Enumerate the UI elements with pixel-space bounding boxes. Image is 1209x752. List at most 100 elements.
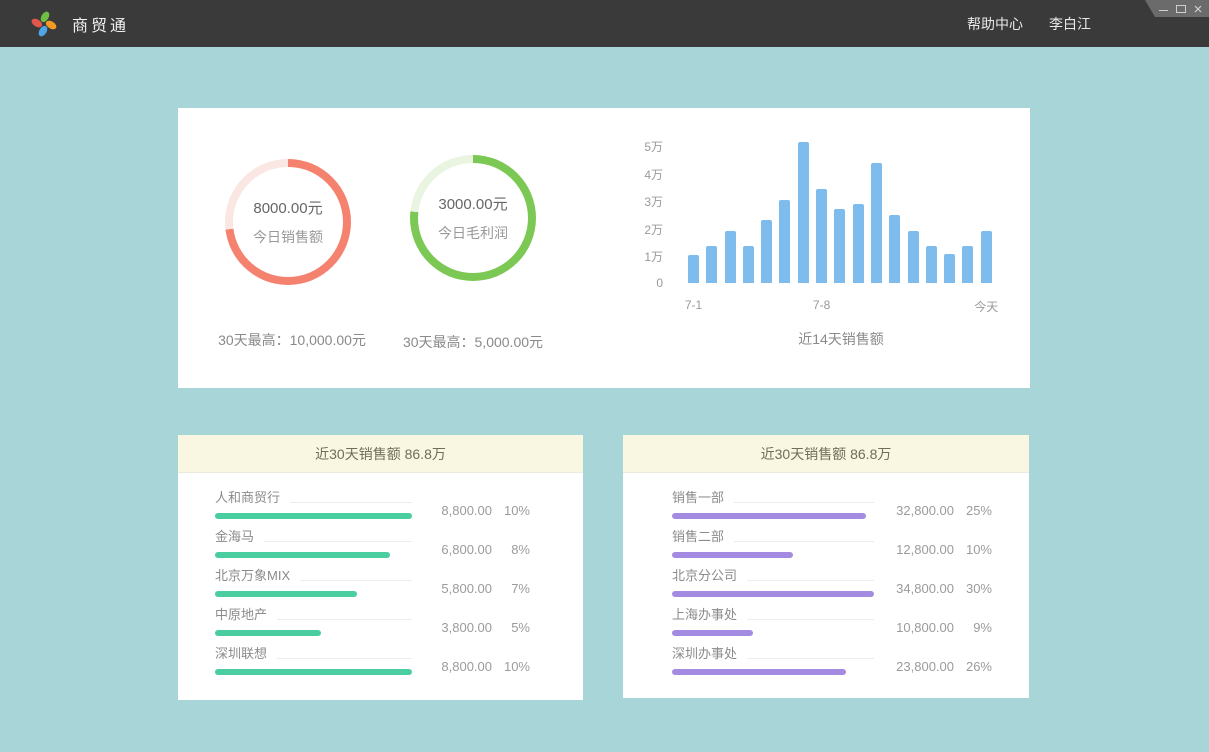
bar: [889, 215, 900, 283]
row-progress-bar: [672, 591, 874, 597]
profit-30day-max: 30天最高：5,000.00元: [363, 332, 583, 352]
sales-rank-row[interactable]: 北京分公司 34,800.00 30%: [672, 568, 992, 597]
row-rule-line: [277, 619, 412, 620]
row-progress-track: [672, 669, 874, 675]
row-amount: 6,800.00: [441, 542, 492, 557]
y-tick-label: 4万: [618, 166, 663, 183]
departments-panel-body: 销售一部 32,800.00 25% 销售二部 12,800.00 10%: [623, 473, 1029, 675]
row-rule-line: [264, 541, 412, 542]
row-progress-bar: [672, 669, 846, 675]
row-progress-bar: [215, 552, 390, 558]
row-name: 中原地产: [215, 607, 267, 623]
row-percent: 8%: [500, 542, 530, 557]
maximize-icon[interactable]: [1176, 4, 1185, 13]
row-progress-bar: [215, 630, 321, 636]
bar: [688, 255, 699, 283]
row-progress-track: [672, 591, 874, 597]
today-sales-ring-chart: 8000.00元 今日销售额: [225, 159, 351, 285]
row-name: 深圳办事处: [672, 646, 737, 662]
sales-rank-row[interactable]: 中原地产 3,800.00 5%: [215, 607, 530, 636]
bar: [981, 231, 992, 283]
row-amount: 34,800.00: [896, 581, 954, 596]
row-amount: 32,800.00: [896, 503, 954, 518]
row-amount: 10,800.00: [896, 620, 954, 635]
sales-rank-row[interactable]: 深圳办事处 23,800.00 26%: [672, 646, 992, 675]
row-name: 销售二部: [672, 529, 724, 545]
row-percent: 9%: [962, 620, 992, 635]
today-summary-card: 8000.00元 今日销售额 30天最高：10,000.00元 3000.00元…: [178, 108, 1030, 388]
bar: [761, 220, 772, 284]
sales-rank-row[interactable]: 北京万象MIX 5,800.00 7%: [215, 568, 530, 597]
bar: [779, 200, 790, 283]
row-rule-line: [300, 580, 412, 581]
app-title: 商贸通: [72, 12, 129, 36]
bar: [926, 246, 937, 283]
row-rule-line: [290, 502, 412, 503]
bar: [816, 189, 827, 283]
row-name: 人和商贸行: [215, 490, 280, 506]
x-tick-label: 7-1: [664, 298, 724, 312]
row-progress-bar: [672, 513, 866, 519]
close-icon[interactable]: [1193, 4, 1202, 13]
y-tick-label: 1万: [618, 248, 663, 265]
bar: [962, 246, 973, 283]
minimize-icon[interactable]: [1159, 4, 1168, 13]
sales-rank-row[interactable]: 人和商贸行 8,800.00 10%: [215, 490, 530, 519]
window-controls: [1145, 0, 1209, 17]
row-rule-line: [747, 619, 874, 620]
bar: [853, 204, 864, 283]
row-amount: 3,800.00: [441, 620, 492, 635]
sales-rank-row[interactable]: 深圳联想 8,800.00 10%: [215, 646, 530, 675]
bar: [834, 209, 845, 284]
row-progress-bar: [215, 591, 357, 597]
row-name: 深圳联想: [215, 646, 267, 662]
row-progress-track: [215, 669, 412, 675]
row-name: 金海马: [215, 529, 254, 545]
row-percent: 7%: [500, 581, 530, 596]
row-progress-track: [215, 513, 412, 519]
sales-rank-row[interactable]: 销售二部 12,800.00 10%: [672, 529, 992, 558]
bar: [871, 163, 882, 283]
today-profit-value: 3000.00元: [438, 193, 507, 214]
app-logo-pinwheel-icon: [30, 10, 58, 38]
row-amount: 12,800.00: [896, 542, 954, 557]
user-name-link[interactable]: 李白江: [1049, 14, 1091, 34]
row-rule-line: [747, 580, 874, 581]
y-tick-label: 2万: [618, 221, 663, 238]
bar: [944, 254, 955, 283]
row-name: 北京万象MIX: [215, 568, 290, 584]
row-amount: 5,800.00: [441, 581, 492, 596]
customers-panel-body: 人和商贸行 8,800.00 10% 金海马 6,800.00 8%: [178, 473, 583, 675]
row-progress-bar: [215, 513, 412, 519]
row-percent: 10%: [500, 503, 530, 518]
help-center-link[interactable]: 帮助中心: [967, 14, 1023, 34]
row-progress-track: [672, 513, 874, 519]
row-rule-line: [277, 658, 412, 659]
sales-bar-chart: [688, 108, 994, 283]
sales-rank-row[interactable]: 销售一部 32,800.00 25%: [672, 490, 992, 519]
row-percent: 10%: [962, 542, 992, 557]
y-tick-label: 3万: [618, 193, 663, 210]
today-sales-value: 8000.00元: [253, 197, 322, 218]
row-progress-track: [215, 552, 412, 558]
row-amount: 8,800.00: [441, 659, 492, 674]
row-progress-bar: [672, 630, 753, 636]
sales-rank-row[interactable]: 上海办事处 10,800.00 9%: [672, 607, 992, 636]
row-amount: 23,800.00: [896, 659, 954, 674]
row-progress-track: [672, 630, 874, 636]
y-tick-label: 0: [618, 276, 663, 290]
row-progress-bar: [215, 669, 412, 675]
today-sales-label: 今日销售额: [253, 227, 323, 247]
bar: [743, 246, 754, 283]
bar: [798, 142, 809, 283]
row-percent: 10%: [500, 659, 530, 674]
customers-sales-panel: 近30天销售额 86.8万 人和商贸行 8,800.00 10% 金海马: [178, 435, 583, 700]
sales-rank-row[interactable]: 金海马 6,800.00 8%: [215, 529, 530, 558]
row-progress-track: [215, 630, 412, 636]
departments-sales-panel: 近30天销售额 86.8万 销售一部 32,800.00 25% 销售二部: [623, 435, 1029, 698]
row-progress-track: [215, 591, 412, 597]
row-rule-line: [734, 502, 874, 503]
row-progress-track: [672, 552, 874, 558]
bar: [908, 231, 919, 283]
x-tick-label: 7-8: [792, 298, 852, 312]
